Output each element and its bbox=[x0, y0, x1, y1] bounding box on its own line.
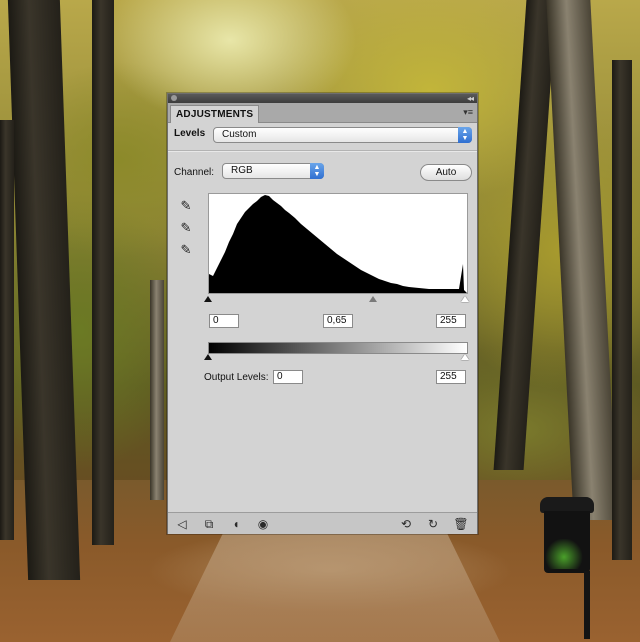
reset-icon[interactable]: ↻ bbox=[425, 516, 441, 532]
channel-label: Channel: bbox=[174, 167, 215, 178]
tree-trunk bbox=[0, 120, 14, 540]
preset-value: Custom bbox=[222, 129, 257, 140]
close-panel-icon[interactable] bbox=[171, 95, 177, 101]
adjustments-panel: ◂◂ ADJUSTMENTS ▾≡ Levels Custom ▲ ▼ Chann… bbox=[167, 93, 478, 534]
panel-footer: ◁ ⧉ ◖ ◉ ⟲ ↻ 🗑 bbox=[168, 512, 477, 534]
preset-dropdown[interactable]: Custom ▲ ▼ bbox=[213, 127, 472, 143]
output-black-field[interactable]: 0 bbox=[273, 370, 303, 384]
input-black-field[interactable]: 0 bbox=[209, 314, 239, 328]
panel-tab-row: ADJUSTMENTS ▾≡ bbox=[168, 103, 477, 123]
tab-adjustments[interactable]: ADJUSTMENTS bbox=[170, 105, 260, 123]
histogram-graph bbox=[209, 195, 467, 293]
eyedropper-gray-icon[interactable]: ✎ bbox=[178, 220, 194, 236]
input-gamma-slider[interactable] bbox=[369, 296, 377, 302]
panel-titlebar[interactable]: ◂◂ bbox=[168, 94, 477, 103]
eye-icon[interactable]: ◉ bbox=[255, 516, 271, 532]
channel-dropdown[interactable]: RGB ▲ ▼ bbox=[222, 163, 324, 179]
trash-icon[interactable]: 🗑 bbox=[453, 516, 469, 532]
histogram-shape bbox=[209, 195, 467, 293]
dropdown-arrows-icon: ▲ ▼ bbox=[458, 127, 472, 143]
channel-value: RGB bbox=[231, 165, 253, 176]
tree-trunk bbox=[150, 280, 164, 500]
input-black-point-slider[interactable] bbox=[204, 296, 212, 302]
panel-menu-icon[interactable]: ▾≡ bbox=[463, 106, 473, 118]
output-black-slider[interactable] bbox=[204, 354, 212, 360]
eyedropper-black-icon[interactable]: ✎ bbox=[178, 198, 194, 214]
tree-trunk bbox=[612, 60, 632, 560]
input-white-point-slider[interactable] bbox=[461, 296, 469, 302]
output-white-slider[interactable] bbox=[461, 354, 469, 360]
tree-trunk bbox=[92, 0, 114, 545]
layer-visibility-toggle-icon[interactable]: ◖ bbox=[228, 516, 244, 532]
dropdown-arrows-icon: ▲ ▼ bbox=[310, 163, 324, 179]
clip-to-layer-icon[interactable]: ⧉ bbox=[201, 516, 217, 532]
return-arrow-icon[interactable]: ◁ bbox=[174, 516, 190, 532]
levels-label: Levels bbox=[174, 128, 206, 139]
input-gamma-field[interactable]: 0,65 bbox=[323, 314, 353, 328]
view-previous-state-icon[interactable]: ⟲ bbox=[398, 516, 414, 532]
input-white-field[interactable]: 255 bbox=[436, 314, 466, 328]
histogram bbox=[208, 193, 468, 294]
output-gradient-bar bbox=[208, 342, 468, 354]
output-levels-label: Output Levels: bbox=[204, 372, 269, 383]
collapse-panel-icon[interactable]: ◂◂ bbox=[467, 94, 474, 103]
auto-button[interactable]: Auto bbox=[420, 164, 472, 181]
output-white-field[interactable]: 255 bbox=[436, 370, 466, 384]
eyedropper-white-icon[interactable]: ✎ bbox=[178, 242, 194, 258]
divider bbox=[168, 150, 477, 152]
trash-bin bbox=[540, 497, 594, 639]
